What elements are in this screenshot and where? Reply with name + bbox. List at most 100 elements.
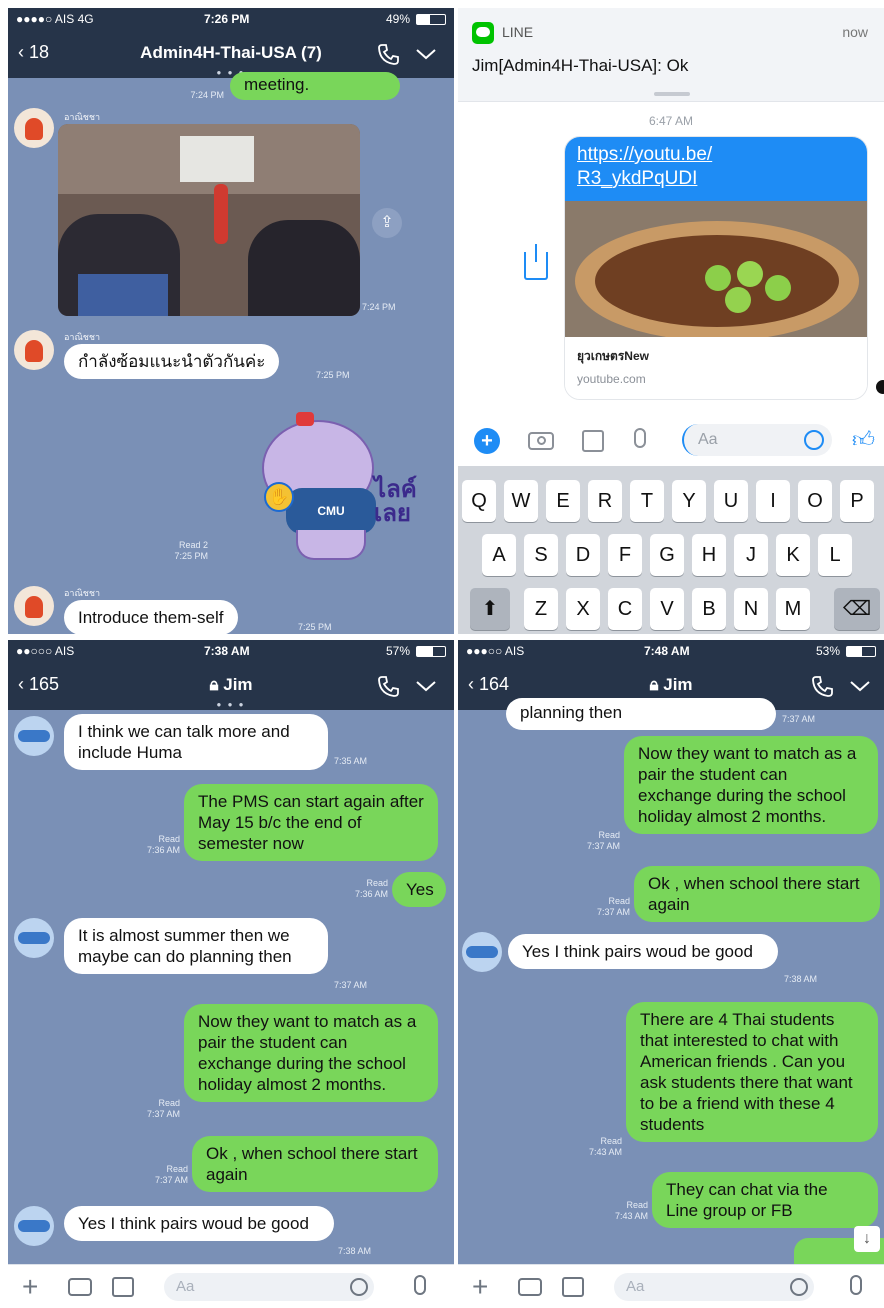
messenger-screen: LINE now Jim[Admin4H-Thai-USA]: Ok 6:47 … [458, 8, 884, 634]
read-receipt: Read 7:43 AM [588, 1136, 622, 1157]
photo-message[interactable] [58, 124, 360, 316]
message-bubble-out: There are 4 Thai students that intereste… [626, 1002, 878, 1142]
key-q[interactable]: Q [462, 480, 496, 522]
read-receipt: Read 7:37 AM [146, 1098, 180, 1119]
message-bubble-out: meeting. [230, 72, 400, 100]
clock: 7:38 AM [204, 644, 250, 658]
plus-icon[interactable]: + [472, 1271, 488, 1303]
plus-icon[interactable]: + [22, 1271, 38, 1303]
battery-percent: 49% [385, 12, 410, 26]
share-icon[interactable] [524, 244, 548, 280]
sender-name: อาณิชชา [64, 112, 101, 122]
link-url[interactable]: https://youtu.be/ [577, 143, 855, 167]
message-bubble-out: Now they want to match as a pair the stu… [624, 736, 878, 834]
key-w[interactable]: W [504, 480, 538, 522]
read-receipt: Read 7:37 AM [586, 830, 620, 851]
key-s[interactable]: S [524, 534, 558, 576]
key-k[interactable]: K [776, 534, 810, 576]
gallery-icon[interactable] [582, 430, 604, 452]
read-receipt: Read 7:43 AM [614, 1200, 648, 1221]
emoji-icon[interactable] [790, 1278, 808, 1296]
read-receipt: Read 7:36 AM [354, 878, 388, 899]
chat-screen-group: ●●●●○ AIS 4G 7:26 PM 49% ‹ 18 Admin4H-Th… [8, 8, 454, 634]
page-dots: ● ● ● [216, 700, 246, 709]
shift-key[interactable]: ⬆ [470, 588, 510, 630]
microphone-icon[interactable] [850, 1275, 862, 1295]
call-icon[interactable] [374, 40, 402, 68]
line-notification-banner[interactable]: LINE now Jim[Admin4H-Thai-USA]: Ok [458, 8, 884, 102]
key-x[interactable]: X [566, 588, 600, 630]
key-v[interactable]: V [650, 588, 684, 630]
message-input[interactable]: Aa [614, 1273, 814, 1301]
key-e[interactable]: E [546, 480, 580, 522]
avatar[interactable] [14, 918, 54, 958]
like-icon[interactable]: 👍︎ [852, 426, 875, 453]
key-g[interactable]: G [650, 534, 684, 576]
microphone-icon[interactable] [634, 428, 646, 448]
key-j[interactable]: J [734, 534, 768, 576]
message-bubble-out: The PMS can start again after May 15 b/c… [184, 784, 438, 861]
gallery-icon[interactable] [112, 1277, 134, 1297]
plus-icon[interactable]: + [474, 428, 500, 454]
scroll-down-button[interactable]: ↓ [854, 1226, 880, 1252]
key-n[interactable]: N [734, 588, 768, 630]
key-z[interactable]: Z [524, 588, 558, 630]
key-p[interactable]: P [840, 480, 874, 522]
elephant-sticker[interactable]: CMU ✋ ไลค์ เลย [256, 412, 424, 562]
key-c[interactable]: C [608, 588, 642, 630]
status-bar: ●●○○○ AIS 7:38 AM 57% [8, 640, 454, 662]
message-bubble-in: Yes I think pairs woud be good [508, 934, 778, 969]
camera-icon[interactable] [68, 1278, 92, 1296]
message-input[interactable]: Aa [164, 1273, 374, 1301]
message-time: 7:24 PM [190, 90, 224, 100]
sticker-text: ไลค์ เลย [374, 476, 417, 527]
emoji-icon[interactable] [804, 430, 824, 450]
key-l[interactable]: L [818, 534, 852, 576]
chevron-down-icon[interactable] [412, 672, 440, 700]
line-app-icon [472, 22, 494, 44]
chat-screen-jim: ●●○○○ AIS 7:38 AM 57% ‹ 165 🔒︎ Jim ● ● ●… [8, 640, 454, 1308]
key-i[interactable]: I [756, 480, 790, 522]
key-d[interactable]: D [566, 534, 600, 576]
key-f[interactable]: F [608, 534, 642, 576]
share-button[interactable]: ⇪ [372, 208, 402, 238]
chevron-down-icon[interactable] [412, 40, 440, 68]
avatar[interactable] [462, 932, 502, 972]
clock: 7:48 AM [644, 644, 690, 658]
key-m[interactable]: M [776, 588, 810, 630]
avatar[interactable] [14, 1206, 54, 1246]
link-message[interactable]: https://youtu.be/ R3_ykdPqUDI ยุวเกษตรNe… [564, 136, 868, 400]
key-a[interactable]: A [482, 534, 516, 576]
microphone-icon[interactable] [414, 1275, 426, 1295]
message-bubble-in: I think we can talk more and include Hum… [64, 714, 328, 770]
message-time: 7:25 PM [316, 370, 350, 380]
camera-icon[interactable] [518, 1278, 542, 1296]
key-u[interactable]: U [714, 480, 748, 522]
avatar[interactable] [14, 586, 54, 626]
avatar[interactable] [14, 330, 54, 370]
camera-icon[interactable] [528, 432, 554, 450]
backspace-key[interactable]: ⌫ [834, 588, 880, 630]
sender-name: อาณิชชา [64, 332, 101, 342]
key-r[interactable]: R [588, 480, 622, 522]
carrier-label: ●●●●○ AIS 4G [16, 12, 94, 26]
avatar[interactable] [14, 108, 54, 148]
message-time: 7:24 PM [362, 302, 396, 312]
key-t[interactable]: T [630, 480, 664, 522]
key-o[interactable]: O [798, 480, 832, 522]
call-icon[interactable] [374, 672, 402, 700]
link-title: ยุวเกษตรNew [577, 349, 649, 363]
call-icon[interactable] [808, 672, 836, 700]
link-url-cont[interactable]: R3_ykdPqUDI [577, 167, 855, 191]
chevron-down-icon[interactable] [846, 672, 874, 700]
key-b[interactable]: B [692, 588, 726, 630]
message-bubble-out: Ok , when school there start again [634, 866, 880, 922]
message-time: 7:35 AM [334, 756, 368, 766]
key-y[interactable]: Y [672, 480, 706, 522]
gallery-icon[interactable] [562, 1277, 584, 1297]
key-h[interactable]: H [692, 534, 726, 576]
notification-handle[interactable] [654, 92, 690, 96]
message-bubble-out: Ok , when school there start again [192, 1136, 438, 1192]
avatar[interactable] [14, 716, 54, 756]
emoji-icon[interactable] [350, 1278, 368, 1296]
